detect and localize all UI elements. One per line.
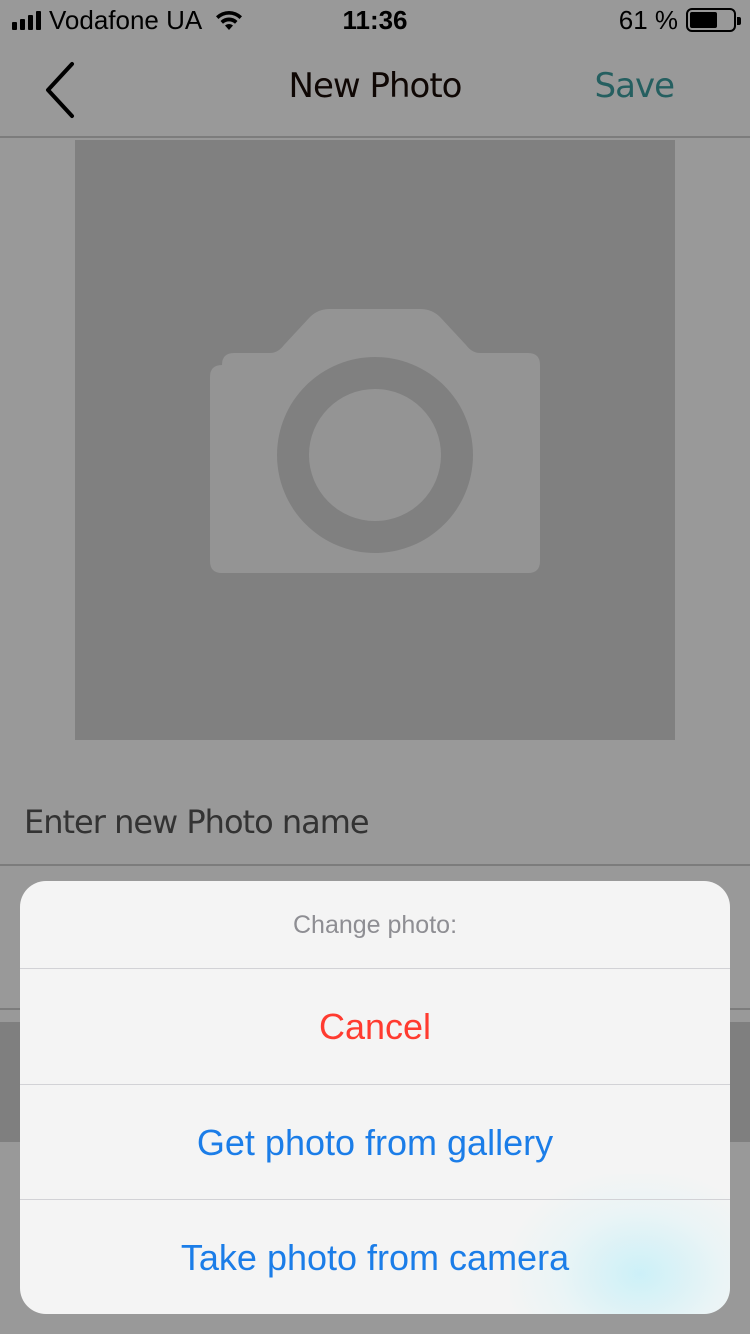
cancel-button[interactable]: Cancel (20, 969, 730, 1084)
change-photo-action-sheet: Change photo: Cancel Get photo from gall… (20, 881, 730, 1314)
get-photo-from-gallery-button[interactable]: Get photo from gallery (20, 1084, 730, 1199)
take-photo-from-camera-button[interactable]: Take photo from camera (20, 1199, 730, 1314)
action-sheet-title: Change photo: (20, 881, 730, 969)
